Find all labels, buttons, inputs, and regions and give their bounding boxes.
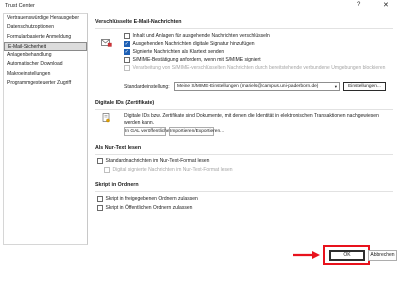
checkbox-script-public-folders[interactable]	[97, 205, 103, 211]
section-divider	[95, 28, 393, 29]
help-button[interactable]: ?	[357, 2, 360, 8]
option-read-plain-text[interactable]: Standardnachrichten im Nur-Text-Format l…	[97, 158, 209, 164]
option-label: Digital signierte Nachrichten im Nur-Tex…	[112, 167, 233, 173]
default-setting-label: Standardeinstellung:	[124, 84, 170, 90]
checkbox-smime-receipt[interactable]	[124, 57, 130, 63]
sidebar-item-email-security[interactable]: E-Mail-Sicherheit	[4, 41, 87, 52]
ok-button[interactable]: OK	[329, 250, 365, 261]
chevron-down-icon: ▾	[334, 84, 337, 89]
sidebar-item-automatic-download[interactable]: Automatischer Download	[4, 60, 87, 69]
option-smime-receipt[interactable]: S/MIME-Bestätigung anfordern, wenn mit S…	[124, 57, 261, 63]
checkbox-clear-text-signed[interactable]: ✓	[124, 49, 130, 55]
option-label: Verarbeitung von S/MIME-verschlüsselten …	[132, 65, 386, 71]
sidebar-item-trusted-publishers[interactable]: Vertrauenswürdige Herausgeber	[4, 14, 87, 23]
section-divider	[95, 109, 393, 110]
sidebar-item-form-based-signin[interactable]: Formularbasierte Anmeldung	[4, 33, 87, 42]
option-label: S/MIME-Bestätigung anfordern, wenn mit S…	[132, 57, 261, 63]
sidebar-item-label: Programmgesteuerter Zugriff	[7, 80, 72, 87]
digital-ids-description: Digitale IDs bzw. Zertifikate sind Dokum…	[124, 113, 379, 126]
title-bar: Trust Center ? ✕	[0, 0, 400, 13]
default-setting-text: Standardeinstellung:	[124, 84, 170, 90]
close-button[interactable]: ✕	[383, 1, 389, 9]
sidebar-item-label: Datenschutzoptionen	[7, 24, 54, 31]
annotation-arrow-icon	[293, 251, 320, 259]
option-encrypt-contents[interactable]: Inhalt und Anlagen für ausgehende Nachri…	[124, 33, 270, 39]
checkbox-add-signature[interactable]: ✓	[124, 41, 130, 47]
checkbox-read-signed-plain-text	[104, 167, 110, 173]
option-label: Skript in Öffentlichen Ordnern zulassen	[105, 205, 193, 211]
option-script-public-folders[interactable]: Skript in Öffentlichen Ordnern zulassen	[97, 205, 192, 211]
checkbox-script-shared-folders[interactable]	[97, 196, 103, 202]
option-label: Ausgehenden Nachrichten digitale Signatu…	[132, 41, 255, 47]
checkbox-read-plain-text[interactable]	[97, 158, 103, 164]
option-script-shared-folders[interactable]: Skript in freigegebenen Ordnern zulassen	[97, 196, 198, 202]
window-title: Trust Center	[5, 3, 35, 9]
option-add-signature[interactable]: ✓ Ausgehenden Nachrichten digitale Signa…	[124, 41, 255, 47]
checkbox-encrypt-contents[interactable]	[124, 33, 130, 39]
option-label: Signierte Nachrichten als Klartext sende…	[132, 49, 225, 55]
sidebar-item-attachment-handling[interactable]: Anlagenbehandlung	[4, 51, 87, 60]
section-heading-plain-text: Als Nur-Text lesen	[95, 145, 142, 151]
sidebar-item-macro-settings[interactable]: Makroeinstellungen	[4, 70, 87, 79]
option-label: Skript in freigegebenen Ordnern zulassen	[105, 196, 198, 202]
section-heading-encrypted-email: Verschlüsselte E-Mail-Nachrichten	[95, 19, 182, 25]
sidebar-item-privacy-options[interactable]: Datenschutzoptionen	[4, 23, 87, 32]
sidebar-item-programmatic-access[interactable]: Programmgesteuerter Zugriff	[4, 79, 87, 88]
option-label: Standardnachrichten im Nur-Text-Format l…	[105, 158, 210, 164]
section-heading-digital-ids: Digitale IDs (Zertifikate)	[95, 100, 155, 106]
import-export-button[interactable]: Importieren/Exportieren...	[169, 127, 224, 136]
default-setting-dropdown[interactable]: Meine S/MIME-Einstellungen (mariels@camp…	[174, 82, 340, 91]
content-panel: Verschlüsselte E-Mail-Nachrichten Inhalt…	[90, 13, 395, 245]
sidebar-item-label: Anlagenbehandlung	[7, 52, 52, 59]
section-heading-script-folders: Skript in Ordnern	[95, 182, 139, 188]
settings-button[interactable]: Einstellungen...	[343, 82, 386, 91]
default-setting-value: Meine S/MIME-Einstellungen (mariels@camp…	[177, 84, 319, 89]
checkbox-block-smime-processing	[124, 65, 130, 71]
sidebar-item-label: Automatischer Download	[7, 61, 63, 68]
sidebar-item-label: E-Mail-Sicherheit	[8, 43, 47, 50]
sidebar-item-label: Formularbasierte Anmeldung	[7, 33, 72, 40]
option-read-signed-plain-text: Digital signierte Nachrichten im Nur-Tex…	[104, 167, 233, 173]
section-divider	[95, 154, 393, 155]
cancel-button[interactable]: Abbrechen	[368, 250, 397, 261]
option-label: Inhalt und Anlagen für ausgehende Nachri…	[132, 33, 270, 39]
sidebar-item-label: Makroeinstellungen	[7, 70, 51, 77]
publish-to-gal-button[interactable]: In GAL veröffentlichen...	[124, 127, 176, 136]
certificate-icon	[102, 113, 110, 123]
sidebar-item-label: Vertrauenswürdige Herausgeber	[7, 15, 79, 21]
option-clear-text-signed[interactable]: ✓ Signierte Nachrichten als Klartext sen…	[124, 49, 224, 55]
envelope-lock-icon	[101, 39, 112, 47]
sidebar: Vertrauenswürdige Herausgeber Datenschut…	[3, 13, 88, 245]
section-divider	[95, 191, 393, 192]
option-block-smime-processing: Verarbeitung von S/MIME-verschlüsselten …	[124, 65, 385, 71]
